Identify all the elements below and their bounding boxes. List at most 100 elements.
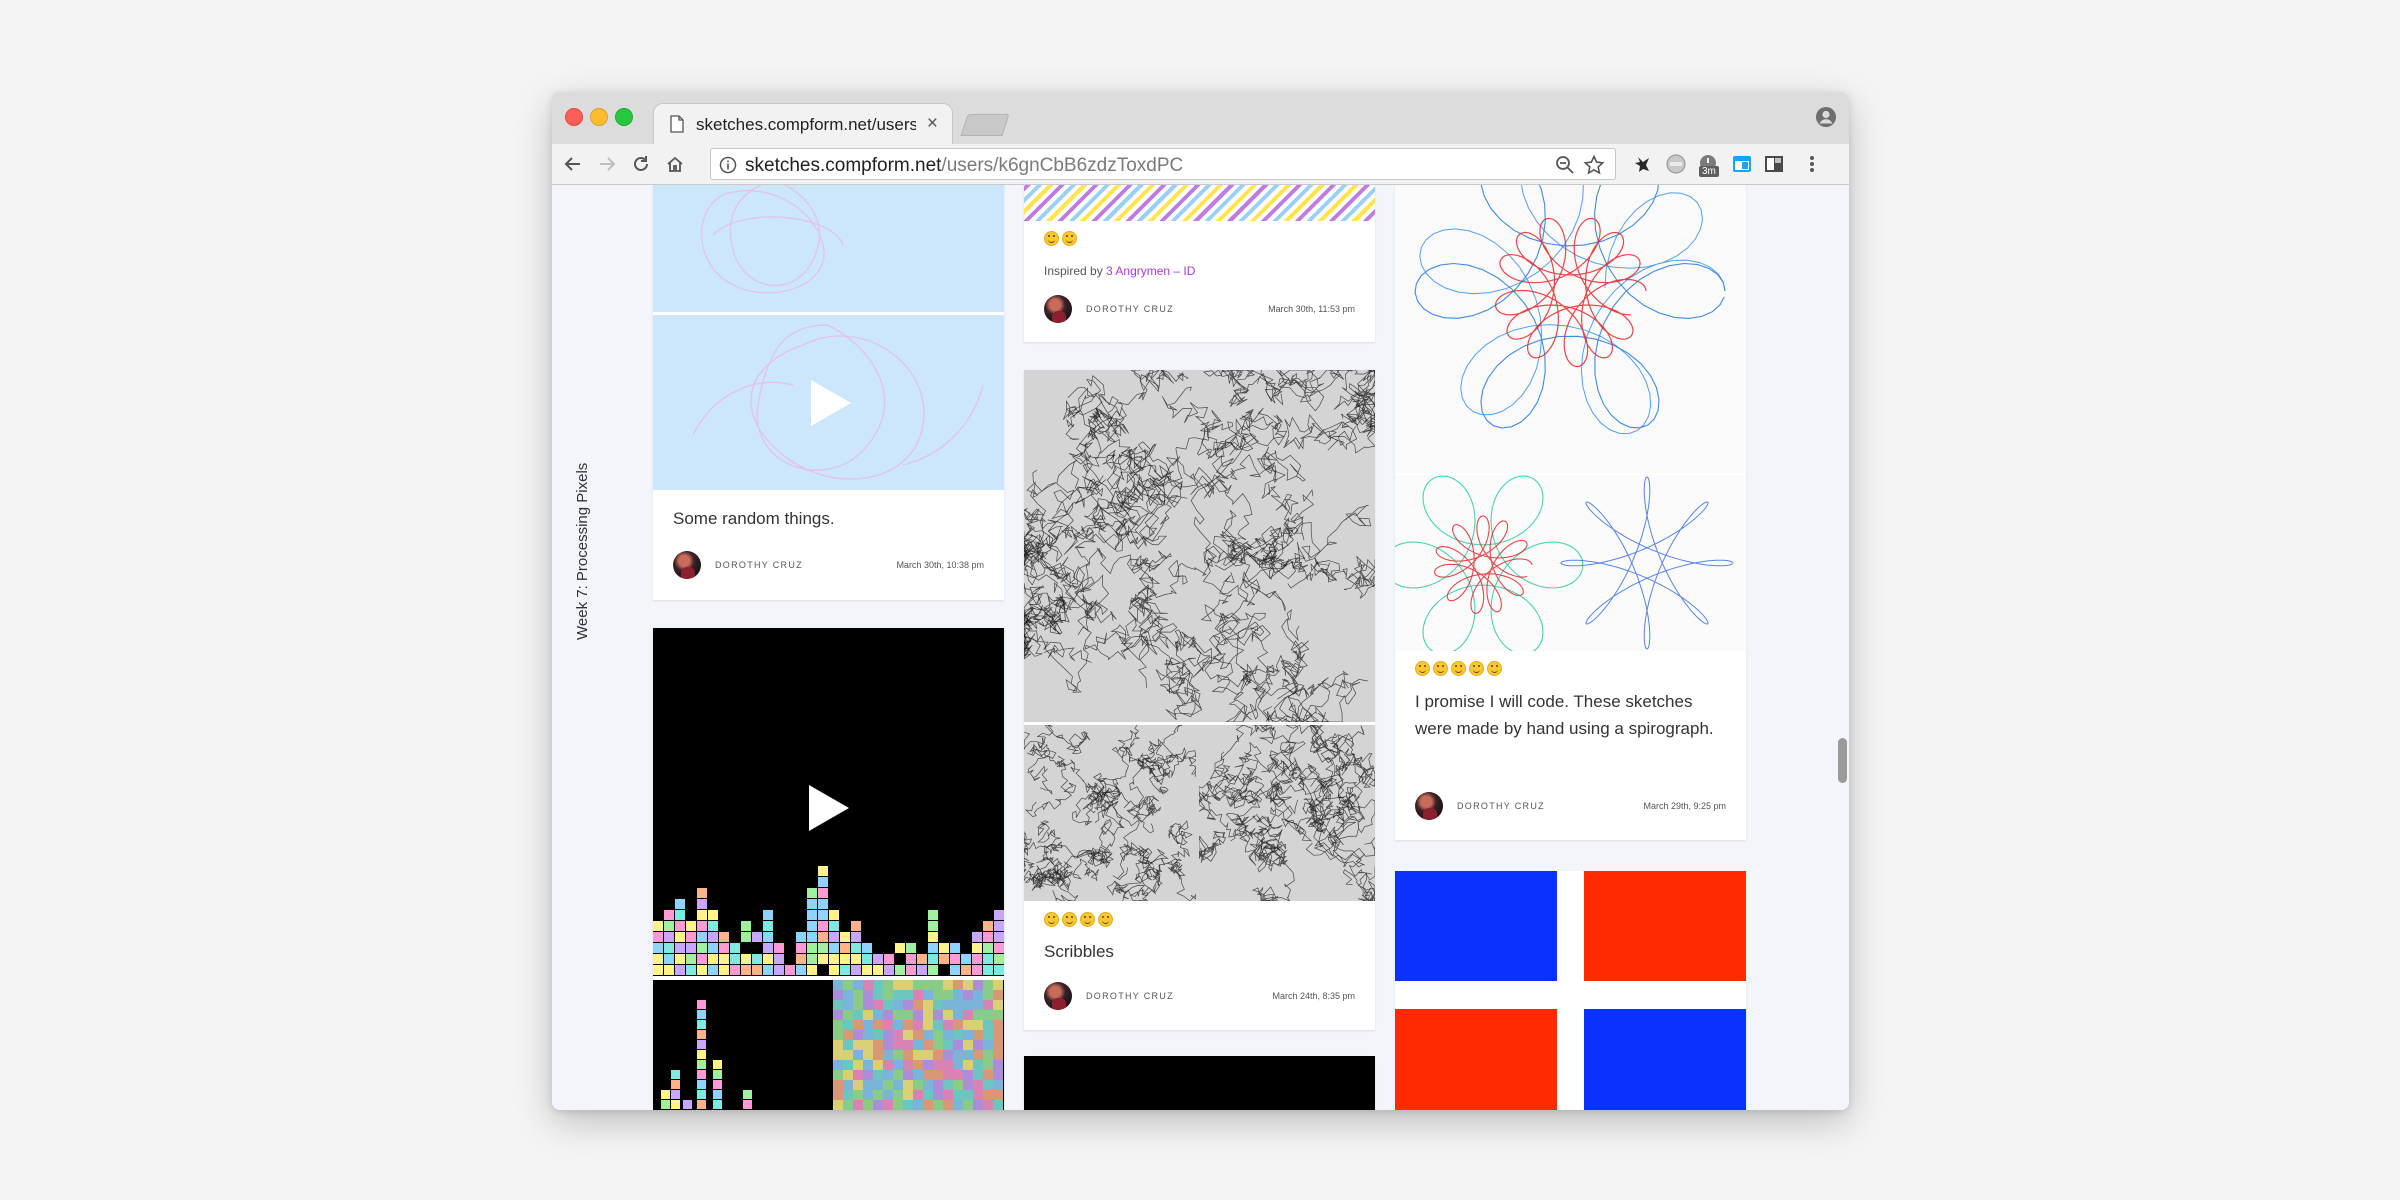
- post-image[interactable]: [1024, 370, 1375, 722]
- zoom-out-icon[interactable]: [1555, 155, 1575, 175]
- author-avatar[interactable]: [1415, 792, 1443, 820]
- tab-close-icon[interactable]: ×: [927, 113, 938, 135]
- post-image-row[interactable]: [1024, 725, 1375, 901]
- extension-layout-icon[interactable]: [1763, 153, 1785, 175]
- pixel-cell: [843, 1020, 853, 1030]
- play-icon[interactable]: [809, 785, 849, 831]
- post-card[interactable]: [1024, 1056, 1375, 1110]
- address-bar[interactable]: sketches.compform.net/users/k6gnCbB6zdzT…: [710, 148, 1616, 180]
- pixel-cell: [863, 1070, 873, 1080]
- post-meta: DOROTHY CRUZ March 30th, 11:53 pm: [1044, 295, 1355, 325]
- pixel-cell: [807, 943, 817, 953]
- pixel-cell: [752, 932, 762, 942]
- laughing-emoji-icon[interactable]: [1469, 661, 1484, 676]
- author-name[interactable]: DOROTHY CRUZ: [1086, 991, 1174, 1001]
- profile-icon[interactable]: [1815, 106, 1837, 128]
- post-card[interactable]: Inspired by 3 Angrymen – ID DOROTHY CRUZ…: [1024, 185, 1375, 342]
- pixel-cell: [829, 943, 839, 953]
- back-button[interactable]: [556, 144, 590, 184]
- heart-eyes-emoji-icon[interactable]: [1415, 661, 1430, 676]
- pixel-cell: [943, 1080, 953, 1090]
- pixel-cell: [883, 1050, 893, 1060]
- scribble-stroke: [1239, 741, 1296, 786]
- heart-eyes-emoji-icon[interactable]: [1433, 661, 1448, 676]
- author-avatar[interactable]: [673, 551, 701, 579]
- scribble-stroke: [1310, 555, 1375, 599]
- menu-kebab-icon[interactable]: [1801, 153, 1823, 175]
- pixel-cell: [730, 954, 740, 964]
- extension-window-icon[interactable]: [1731, 153, 1753, 175]
- post-card[interactable]: [1395, 871, 1746, 1110]
- pixel-cell: [933, 1090, 943, 1100]
- pixel-cell: [675, 899, 685, 909]
- heart-eyes-emoji-icon[interactable]: [1044, 231, 1059, 246]
- pixel-cell: [973, 1040, 983, 1050]
- home-button[interactable]: [658, 144, 692, 184]
- heart-eyes-emoji-icon[interactable]: [1062, 912, 1077, 927]
- pixel-cell: [923, 1000, 933, 1010]
- author-avatar[interactable]: [1044, 982, 1072, 1010]
- pixel-cell: [686, 932, 696, 942]
- pixel-cell: [853, 1040, 863, 1050]
- video-thumbnail[interactable]: [653, 628, 1004, 976]
- heart-eyes-emoji-icon[interactable]: [1451, 661, 1466, 676]
- post-card[interactable]: [653, 628, 1004, 1110]
- pixel-cell: [862, 965, 872, 975]
- reactions[interactable]: [1415, 661, 1502, 676]
- extension-timer[interactable]: 3m: [1697, 153, 1719, 177]
- pixel-cell: [752, 965, 762, 975]
- bookmark-star-icon[interactable]: [1583, 154, 1605, 176]
- pixel-cell: [993, 1050, 1003, 1060]
- scrollbar-thumb[interactable]: [1838, 738, 1847, 783]
- reactions[interactable]: [1044, 912, 1113, 927]
- heart-eyes-emoji-icon[interactable]: [1487, 661, 1502, 676]
- author-name[interactable]: DOROTHY CRUZ: [715, 560, 803, 570]
- author-name[interactable]: DOROTHY CRUZ: [1457, 801, 1545, 811]
- pixel-cell: [843, 1000, 853, 1010]
- author-name[interactable]: DOROTHY CRUZ: [1086, 304, 1174, 314]
- pixel-cell: [913, 1040, 923, 1050]
- extension-bird-icon[interactable]: [1632, 153, 1654, 175]
- post-image[interactable]: [653, 980, 1004, 1110]
- info-icon[interactable]: [719, 156, 737, 174]
- post-image[interactable]: [1024, 185, 1375, 221]
- reload-button[interactable]: [624, 144, 658, 184]
- reactions[interactable]: [1044, 231, 1077, 246]
- post-card[interactable]: I promise I will code. These sketches we…: [1395, 185, 1746, 840]
- maximize-window-button[interactable]: [615, 108, 633, 126]
- pixel-cell: [664, 943, 674, 953]
- pixel-cell: [807, 899, 817, 909]
- pixel-cell: [843, 990, 853, 1000]
- post-image[interactable]: [653, 185, 1004, 312]
- author-avatar[interactable]: [1044, 295, 1072, 323]
- pixel-cell: [963, 980, 973, 990]
- pixel-cell: [906, 954, 916, 964]
- forward-button[interactable]: [590, 144, 624, 184]
- inspired-link[interactable]: 3 Angrymen – ID: [1106, 264, 1195, 278]
- pixel-cell: [994, 910, 1004, 920]
- pixel-cell: [883, 1070, 893, 1080]
- pixel-cell: [713, 1090, 722, 1099]
- heart-eyes-emoji-icon[interactable]: [1062, 231, 1077, 246]
- browser-tab[interactable]: sketches.compform.net/users/k6gnCbB6zdzT…: [653, 103, 953, 144]
- post-image-row[interactable]: [1395, 475, 1746, 651]
- post-image[interactable]: [1395, 871, 1746, 1110]
- close-window-button[interactable]: [565, 108, 583, 126]
- heart-eyes-emoji-icon[interactable]: [1098, 912, 1113, 927]
- play-icon[interactable]: [811, 380, 851, 426]
- minimize-window-button[interactable]: [590, 108, 608, 126]
- pixel-cell: [863, 1060, 873, 1070]
- pixel-cell: [763, 965, 773, 975]
- pixel-cell: [963, 990, 973, 1000]
- extension-disabled-icon[interactable]: [1665, 153, 1687, 175]
- heart-eyes-emoji-icon[interactable]: [1044, 912, 1059, 927]
- video-thumbnail[interactable]: [653, 315, 1004, 490]
- new-tab-button[interactable]: [960, 114, 1010, 136]
- heart-eyes-emoji-icon[interactable]: [1080, 912, 1095, 927]
- extension-badge: 3m: [1699, 166, 1719, 177]
- post-image[interactable]: [1395, 185, 1746, 473]
- pixel-cell: [697, 921, 707, 931]
- pixel-cell: [708, 943, 718, 953]
- post-card[interactable]: Scribbles DOROTHY CRUZ March 24th, 8:35 …: [1024, 370, 1375, 1030]
- post-card[interactable]: Some random things. DOROTHY CRUZ March 3…: [653, 185, 1004, 600]
